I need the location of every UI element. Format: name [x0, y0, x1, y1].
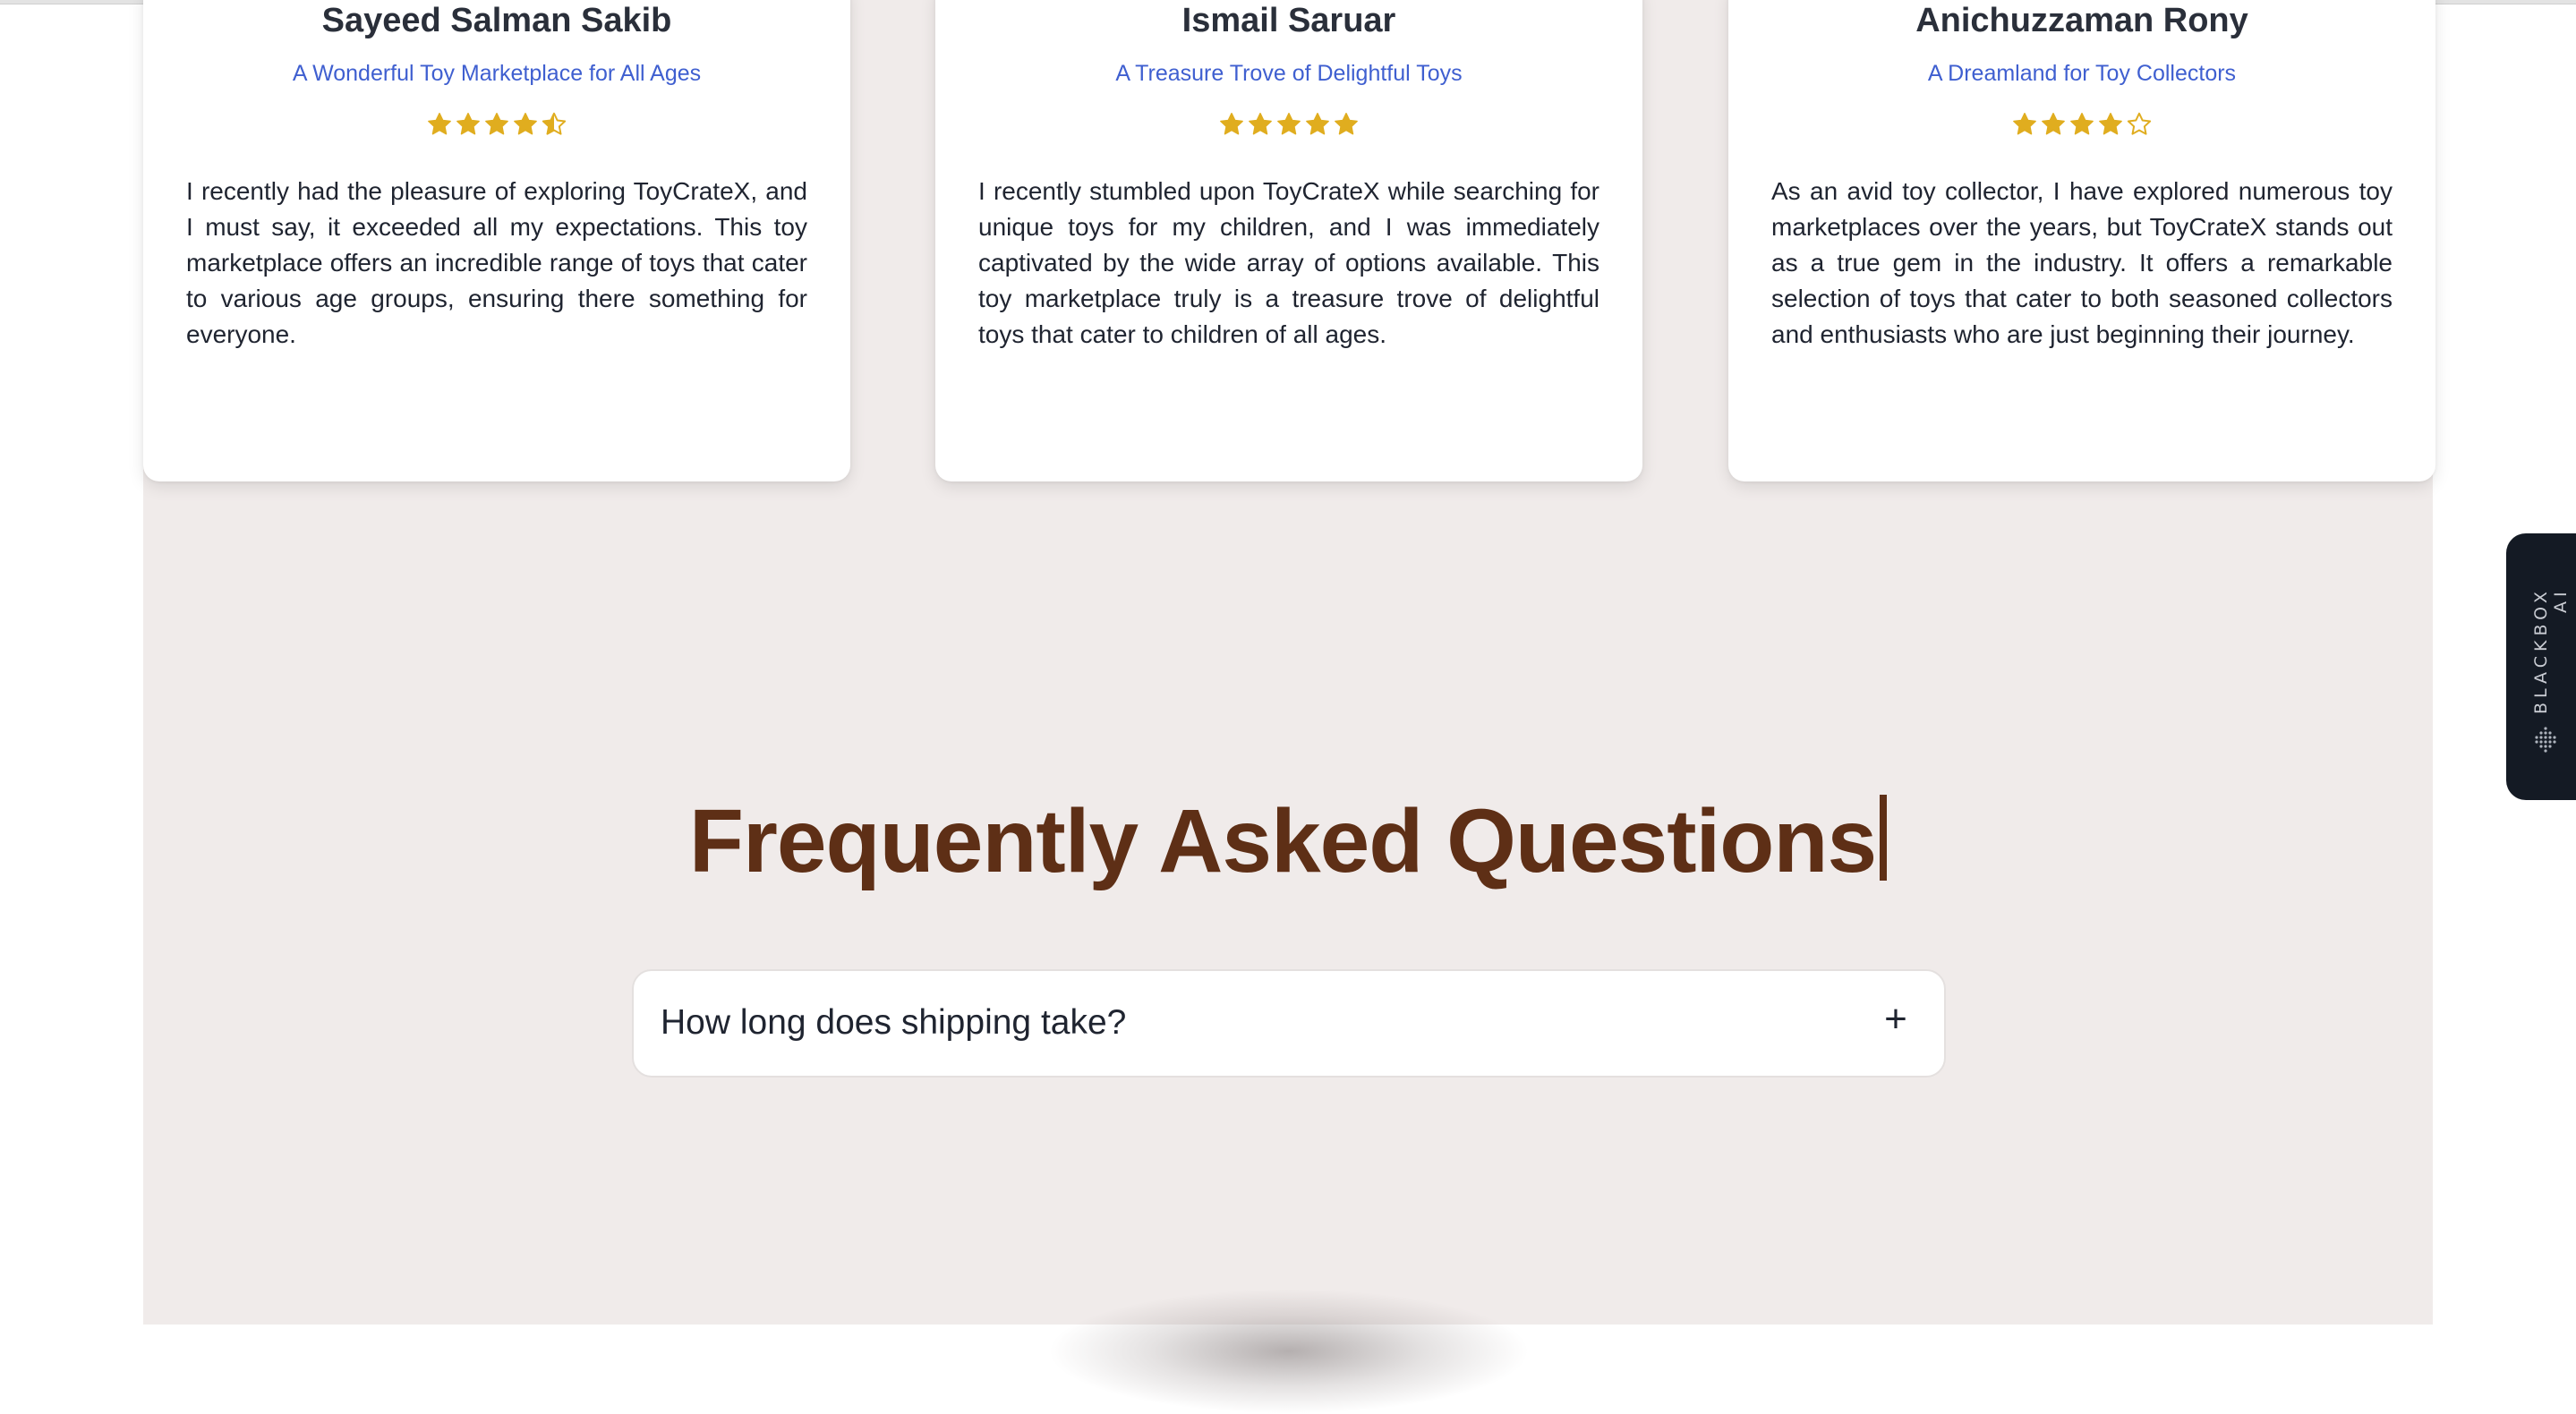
reviewer-name: Anichuzzaman Rony: [1915, 2, 2248, 39]
star-rating: [1771, 111, 2393, 141]
review-title: A Dreamland for Toy Collectors: [1927, 61, 2237, 86]
star-icon: [2097, 111, 2124, 138]
star-half-icon: [541, 111, 567, 138]
review-title: A Wonderful Toy Marketplace for All Ages: [292, 61, 702, 86]
star-icon: [512, 111, 539, 138]
reviewer-name: Sayeed Salman Sakib: [321, 2, 672, 39]
star-rating: [186, 111, 807, 141]
faq-heading-text: Frequently Asked Questions: [688, 791, 1877, 891]
review-cards: Sayeed Salman Sakib A Wonderful Toy Mark…: [0, 0, 2576, 483]
faq-question: How long does shipping take?: [661, 1003, 1127, 1042]
decorative-shadow: [1047, 1289, 1531, 1414]
blackbox-logo-icon: [2531, 725, 2560, 754]
star-icon: [483, 111, 510, 138]
star-icon: [2011, 111, 2038, 138]
blackbox-ai-label: BLACKBOX AI: [2531, 587, 2571, 714]
star-icon: [1333, 111, 1360, 138]
star-icon: [426, 111, 453, 138]
review-card: Ismail Saruar A Treasure Trove of Deligh…: [935, 0, 1642, 481]
star-icon: [455, 111, 482, 138]
faq-heading: Frequently Asked Questions: [143, 788, 2433, 895]
star-icon: [1304, 111, 1331, 138]
typing-cursor: [1880, 795, 1888, 881]
star-icon: [2040, 111, 2067, 138]
review-card: Sayeed Salman Sakib A Wonderful Toy Mark…: [143, 0, 850, 481]
star-rating: [978, 111, 1599, 141]
star-icon: [1218, 111, 1245, 138]
review-title: A Treasure Trove of Delightful Toys: [1115, 61, 1463, 86]
star-icon: [1275, 111, 1302, 138]
review-text: As an avid toy collector, I have explore…: [1771, 177, 2393, 348]
star-icon: [1247, 111, 1274, 138]
blackbox-ai-side-tab[interactable]: BLACKBOX AI: [2506, 533, 2576, 800]
star-icon: [2068, 111, 2095, 138]
faq-item-shipping[interactable]: How long does shipping take? +: [632, 969, 1946, 1078]
reviewer-name: Ismail Saruar: [1181, 2, 1396, 39]
star-empty-icon: [2126, 111, 2153, 138]
review-text: I recently had the pleasure of exploring…: [186, 177, 807, 348]
review-card: Anichuzzaman Rony A Dreamland for Toy Co…: [1728, 0, 2435, 481]
review-text: I recently stumbled upon ToyCrateX while…: [978, 177, 1599, 348]
plus-icon[interactable]: +: [1874, 998, 1917, 1041]
